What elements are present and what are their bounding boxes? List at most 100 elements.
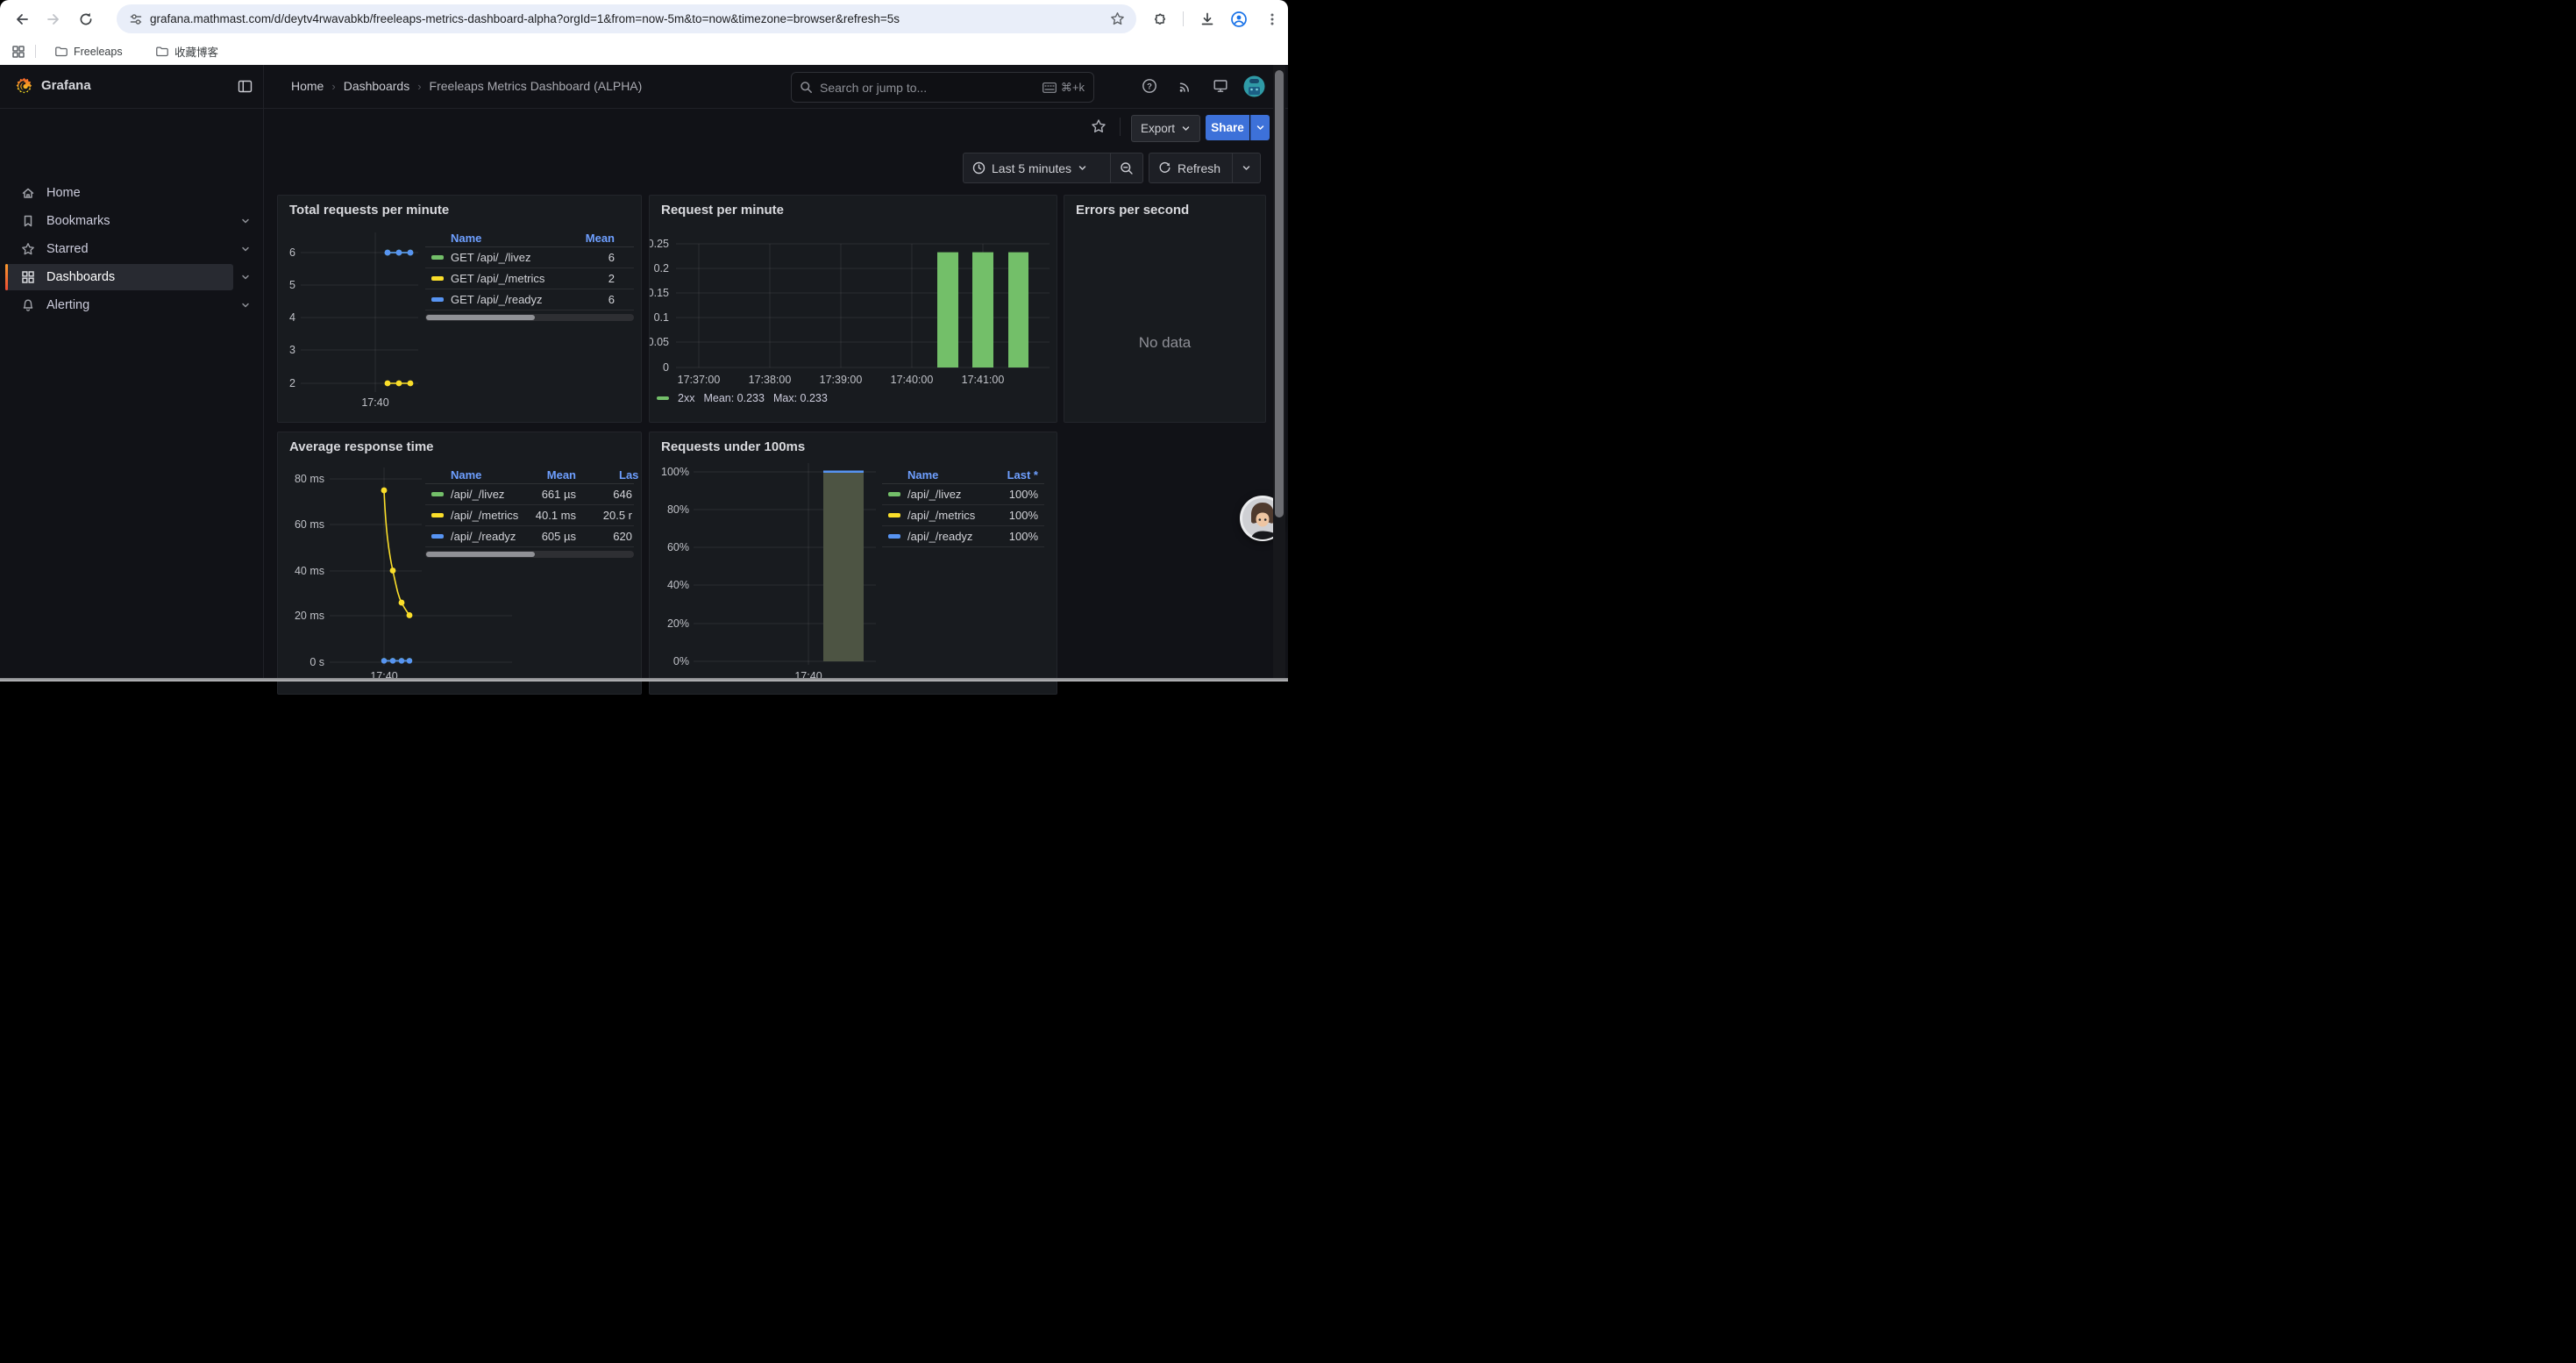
search-placeholder: Search or jump to... xyxy=(820,81,1042,95)
user-avatar[interactable] xyxy=(1243,75,1265,97)
series-name[interactable]: /api/_/metrics xyxy=(431,505,518,525)
series-name[interactable]: GET /api/_/livez xyxy=(431,247,531,268)
legend-row[interactable]: /api/_/livez661 µs646 xyxy=(425,484,634,505)
panel-title[interactable]: Total requests per minute xyxy=(289,203,449,218)
help-icon[interactable]: ? xyxy=(1141,77,1158,95)
toolbar-divider xyxy=(1183,11,1184,26)
profile-icon[interactable] xyxy=(1229,10,1248,28)
apps-grid-icon[interactable] xyxy=(9,42,27,61)
legend-row[interactable]: /api/_/readyz605 µs620 xyxy=(425,526,634,547)
page-scrollbar[interactable] xyxy=(1273,65,1285,682)
sidebar-item-bookmarks[interactable]: Bookmarks xyxy=(5,208,233,234)
refresh-controls: Refresh xyxy=(1149,153,1261,183)
column-header-last[interactable]: Last * xyxy=(1007,467,1038,483)
table-scrollbar-thumb[interactable] xyxy=(426,552,535,557)
table-scrollbar[interactable] xyxy=(425,314,634,321)
scrollbar-thumb[interactable] xyxy=(1275,70,1284,517)
breadcrumb-home[interactable]: Home xyxy=(291,79,324,93)
axis-tick-label: 60% xyxy=(667,541,689,553)
back-icon[interactable] xyxy=(12,10,31,28)
legend-row[interactable]: GET /api/_/metrics 2 xyxy=(425,268,634,289)
grafana-logo[interactable] xyxy=(15,77,33,96)
share-button[interactable]: Share xyxy=(1206,115,1249,140)
series-name[interactable]: /api/_/readyz xyxy=(431,526,516,546)
column-header-name[interactable]: Name xyxy=(451,230,481,246)
series-value: 100% xyxy=(1009,484,1038,504)
kiosk-monitor-icon[interactable] xyxy=(1212,77,1229,95)
panel-title[interactable]: Request per minute xyxy=(661,203,784,218)
zoom-out-icon xyxy=(1120,161,1134,175)
series-value: 2 xyxy=(608,268,615,289)
sidebar-item-label: Home xyxy=(46,186,81,200)
axis-tick-label: 100% xyxy=(661,466,689,478)
chart-legend: 2xxMean: 0.233Max: 0.233 xyxy=(657,392,828,404)
sidebar-item-home[interactable]: Home xyxy=(5,180,233,206)
column-header-name[interactable]: Name xyxy=(907,467,938,483)
panel-title[interactable]: Average response time xyxy=(289,439,434,454)
legend-row[interactable]: /api/_/readyz100% xyxy=(882,526,1044,547)
chevron-down-icon[interactable] xyxy=(240,272,251,282)
extensions-icon[interactable] xyxy=(1150,10,1169,28)
legend-row[interactable]: /api/_/livez 100% xyxy=(882,484,1044,505)
browser-menu-icon[interactable] xyxy=(1263,10,1281,28)
column-header-las[interactable]: Las xyxy=(619,467,638,483)
legend-row[interactable]: GET /api/_/livez 6 xyxy=(425,247,634,268)
table-scrollbar[interactable] xyxy=(425,551,634,558)
sidebar-item-dashboards[interactable]: Dashboards xyxy=(5,264,233,290)
series-name[interactable]: GET /api/_/readyz xyxy=(431,289,543,310)
bookmark-folder-freeleaps[interactable]: Freeleaps xyxy=(48,41,129,61)
export-button[interactable]: Export xyxy=(1131,115,1200,142)
sidebar-item-starred[interactable]: Starred xyxy=(5,236,233,262)
search-input[interactable]: Search or jump to... ⌘+k xyxy=(791,72,1094,103)
breadcrumb-dashboards[interactable]: Dashboards xyxy=(344,79,410,93)
favorite-dashboard-icon[interactable] xyxy=(1091,118,1107,134)
chevron-down-icon[interactable] xyxy=(240,244,251,254)
series-name[interactable]: /api/_/livez xyxy=(888,484,961,504)
series-name[interactable]: /api/_/livez xyxy=(431,484,504,504)
bookmark-star-icon[interactable] xyxy=(1110,11,1125,26)
forward-icon[interactable] xyxy=(44,10,62,28)
chevron-down-icon[interactable] xyxy=(240,300,251,310)
brand-name[interactable]: Grafana xyxy=(41,78,91,93)
table-scrollbar-thumb[interactable] xyxy=(426,315,535,320)
legend-table: NameMeanLas/api/_/livez661 µs646/api/_/m… xyxy=(425,467,634,547)
site-settings-icon[interactable] xyxy=(129,12,143,26)
axis-tick-label: 80 ms xyxy=(295,473,324,485)
series-value: 6 xyxy=(608,247,615,268)
bookmark-folder-label: Freeleaps xyxy=(74,46,123,58)
address-bar[interactable]: grafana.mathmast.com/d/deytv4rwavabkb/fr… xyxy=(117,4,1136,33)
download-icon[interactable] xyxy=(1198,10,1216,28)
column-header-mean[interactable]: Mean xyxy=(586,230,615,246)
panel-title[interactable]: Errors per second xyxy=(1076,203,1189,218)
zoom-out-button[interactable] xyxy=(1111,153,1142,182)
share-menu-button[interactable] xyxy=(1250,115,1270,140)
time-range-picker[interactable]: Last 5 minutes xyxy=(964,153,1110,182)
series-name[interactable]: /api/_/metrics xyxy=(888,505,975,525)
sidebar-item-alerting[interactable]: Alerting xyxy=(5,292,233,318)
axis-tick-label: 0.15 xyxy=(650,287,669,299)
bookmark-folder-blogs[interactable]: 收藏博客 xyxy=(149,41,224,61)
series-name[interactable]: /api/_/readyz xyxy=(888,526,972,546)
sidebar-item-label: Dashboards xyxy=(46,270,115,284)
legend-row[interactable]: GET /api/_/readyz6 xyxy=(425,289,634,310)
refresh-button[interactable]: Refresh xyxy=(1149,153,1232,182)
axis-tick-label: 6 xyxy=(289,246,295,259)
refresh-label: Refresh xyxy=(1178,161,1220,175)
refresh-interval-button[interactable] xyxy=(1233,153,1260,182)
grafana-app: Grafana Home › Dashboards › Freeleaps Me… xyxy=(0,65,1288,682)
column-header-name[interactable]: Name xyxy=(451,467,481,483)
axis-tick-label: 0.1 xyxy=(654,311,669,324)
legend-row[interactable]: /api/_/metrics100% xyxy=(882,505,1044,526)
chevron-down-icon[interactable] xyxy=(240,216,251,226)
legend-row[interactable]: /api/_/metrics40.1 ms20.5 r xyxy=(425,505,634,526)
series-name[interactable]: GET /api/_/metrics xyxy=(431,268,544,289)
column-header-mean[interactable]: Mean xyxy=(547,467,576,483)
breadcrumb-separator: › xyxy=(331,80,335,93)
panel-title[interactable]: Requests under 100ms xyxy=(661,439,805,454)
reload-icon[interactable] xyxy=(76,10,95,28)
series-name[interactable]: 2xx xyxy=(678,392,694,404)
news-rss-icon[interactable] xyxy=(1176,77,1193,95)
sidebar-item-label: Alerting xyxy=(46,298,89,312)
axis-tick-label: 4 xyxy=(289,311,295,324)
sidebar-toggle-icon[interactable] xyxy=(238,79,253,94)
